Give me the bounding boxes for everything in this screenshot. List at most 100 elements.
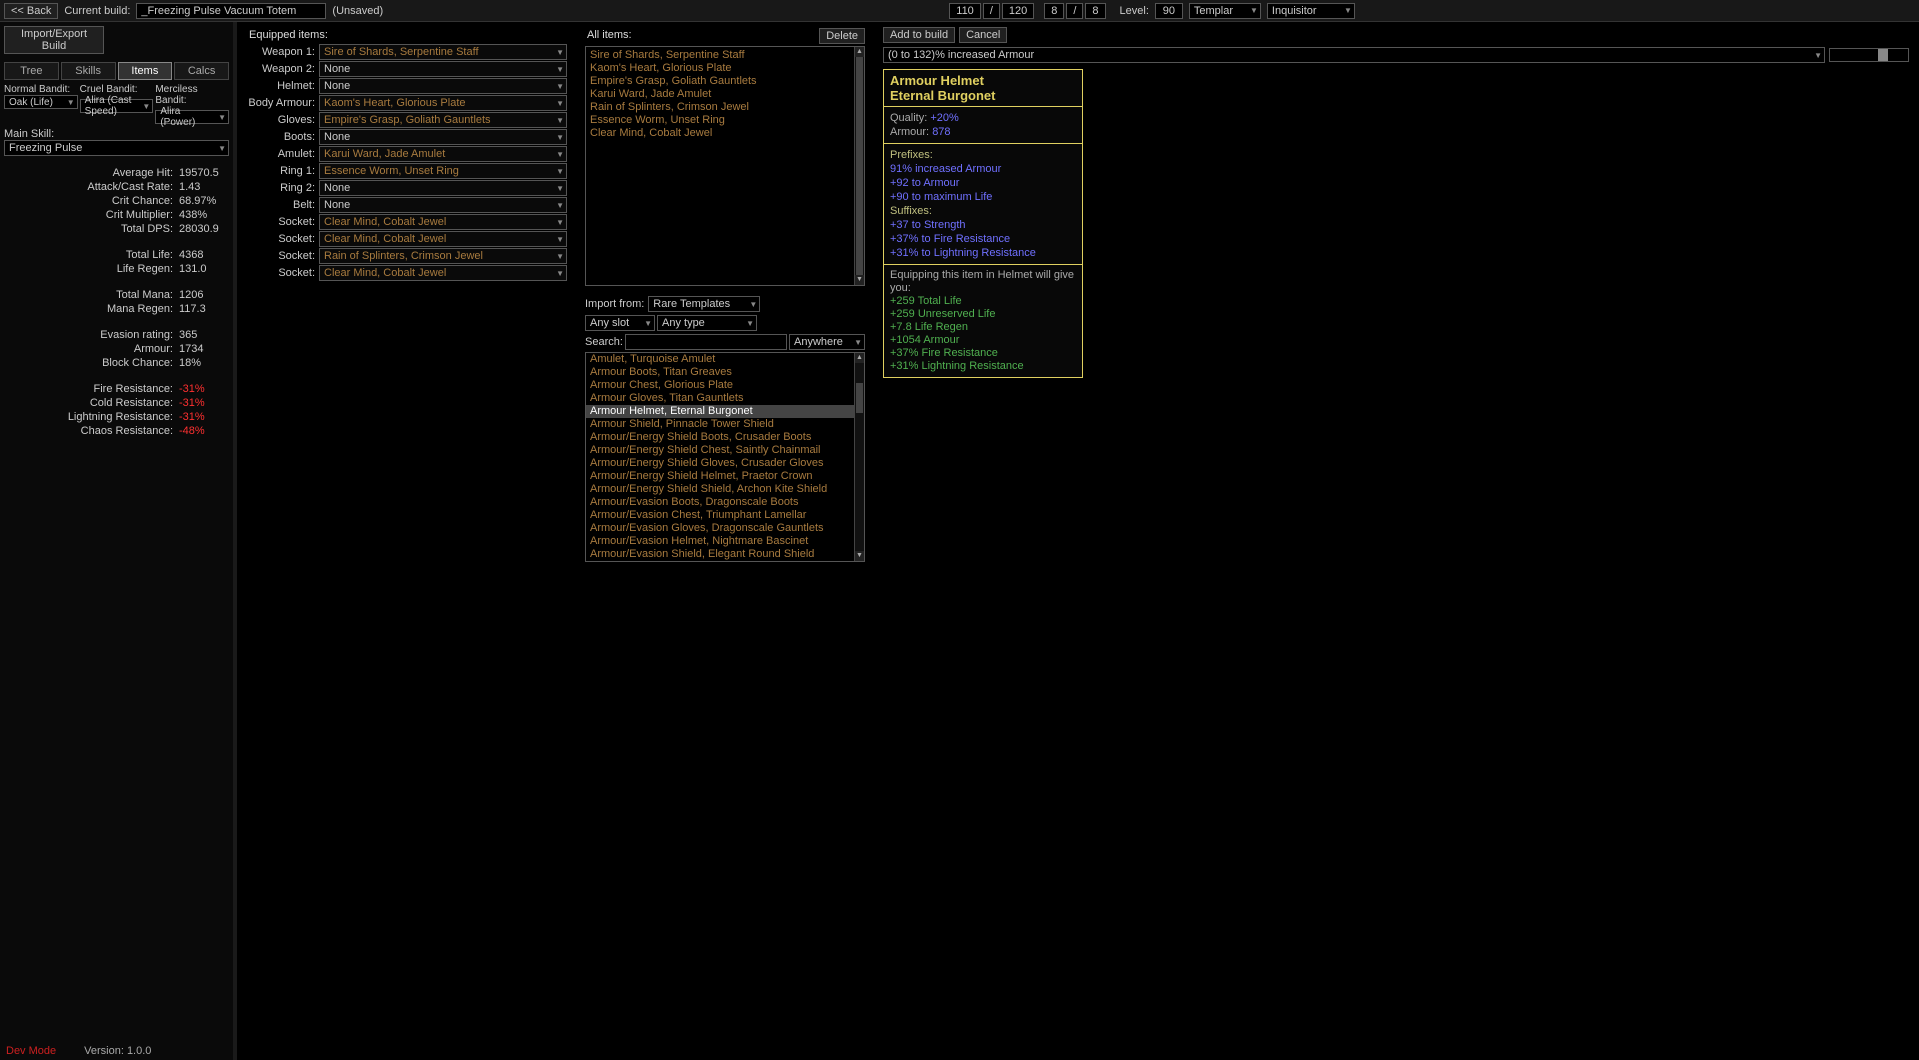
unsaved-label: (Unsaved) xyxy=(332,5,383,17)
equip-slot-label: Ring 2: xyxy=(247,182,319,194)
mod-line: +31% Lightning Resistance xyxy=(890,360,1076,373)
scroll-down-icon[interactable]: ▼ xyxy=(855,551,864,561)
equip-slot-select[interactable]: None xyxy=(319,61,567,77)
mod-slider[interactable] xyxy=(1829,48,1909,62)
list-item[interactable]: Essence Worm, Unset Ring xyxy=(590,114,860,127)
list-item[interactable]: Armour/Energy Shield Boots, Crusader Boo… xyxy=(586,431,864,444)
ascendancy-select[interactable]: Inquisitor xyxy=(1267,3,1355,19)
class-select[interactable]: Templar xyxy=(1189,3,1261,19)
delete-button[interactable]: Delete xyxy=(819,28,865,44)
mod-line: +90 to maximum Life xyxy=(890,190,1076,204)
cancel-button[interactable]: Cancel xyxy=(959,27,1007,43)
list-item[interactable]: Armour Helmet, Eternal Burgonet xyxy=(586,405,864,418)
equip-slot-select[interactable]: Clear Mind, Cobalt Jewel xyxy=(319,231,567,247)
cruel-bandit-label: Cruel Bandit: xyxy=(80,84,154,95)
allitems-scrollbar[interactable]: ▲ ▼ xyxy=(854,47,864,285)
equip-slot-select[interactable]: Clear Mind, Cobalt Jewel xyxy=(319,214,567,230)
list-item[interactable]: Armour Shield, Pinnacle Tower Shield xyxy=(586,418,864,431)
tab-items[interactable]: Items xyxy=(118,62,173,80)
level-input[interactable] xyxy=(1155,3,1183,19)
equip-slot-select[interactable]: Rain of Splinters, Crimson Jewel xyxy=(319,248,567,264)
equip-slot-select[interactable]: Empire's Grasp, Goliath Gauntlets xyxy=(319,112,567,128)
list-item[interactable]: Clear Mind, Cobalt Jewel xyxy=(590,127,860,140)
points1: 110 xyxy=(949,3,981,19)
equip-label: Equipping this item in Helmet will give … xyxy=(890,269,1076,295)
item-preview-col: Add to build Cancel (0 to 132)% increase… xyxy=(883,27,1909,1055)
list-item[interactable]: Armour/Energy Shield Helmet, Praetor Cro… xyxy=(586,470,864,483)
list-item[interactable]: Armour/Energy Shield Gloves, Crusader Gl… xyxy=(586,457,864,470)
equip-slot-label: Socket: xyxy=(247,233,319,245)
scroll-down-icon[interactable]: ▼ xyxy=(855,275,864,285)
mod-line: 91% increased Armour xyxy=(890,162,1076,176)
mod-line: +259 Unreserved Life xyxy=(890,308,1076,321)
list-item[interactable]: Armour/Evasion Helmet, Nightmare Bascine… xyxy=(586,535,864,548)
item-base: Eternal Burgonet xyxy=(890,88,1076,103)
list-item[interactable]: Amulet, Turquoise Amulet xyxy=(586,353,864,366)
equip-slot-select[interactable]: Kaom's Heart, Glorious Plate xyxy=(319,95,567,111)
search-input[interactable] xyxy=(625,334,787,350)
equipped-title: Equipped items: xyxy=(249,29,567,41)
mainskill-select[interactable]: Freezing Pulse xyxy=(4,140,229,156)
scroll-up-icon[interactable]: ▲ xyxy=(855,47,864,57)
import-export-button[interactable]: Import/Export Build xyxy=(4,26,104,54)
equip-slot-select[interactable]: None xyxy=(319,180,567,196)
mod-line: +259 Total Life xyxy=(890,295,1076,308)
equip-slot-select[interactable]: Sire of Shards, Serpentine Staff xyxy=(319,44,567,60)
level-label: Level: xyxy=(1120,5,1149,17)
back-button[interactable]: << Back xyxy=(4,3,58,19)
tab-skills[interactable]: Skills xyxy=(61,62,116,80)
any-slot-select[interactable]: Any slot xyxy=(585,315,655,331)
scroll-up-icon[interactable]: ▲ xyxy=(855,353,864,363)
list-item[interactable]: Armour/Evasion Chest, Triumphant Lamella… xyxy=(586,509,864,522)
tab-tree[interactable]: Tree xyxy=(4,62,59,80)
item-card: Armour Helmet Eternal Burgonet Quality: … xyxy=(883,69,1083,378)
build-name-input[interactable] xyxy=(136,3,326,19)
points2-max: 8 xyxy=(1085,3,1105,19)
normal-bandit-select[interactable]: Oak (Life) xyxy=(4,95,78,109)
equip-slot-select[interactable]: None xyxy=(319,78,567,94)
equip-slot-select[interactable]: Essence Worm, Unset Ring xyxy=(319,163,567,179)
list-item[interactable]: Empire's Grasp, Goliath Gauntlets xyxy=(590,75,860,88)
templates-scrollbar[interactable]: ▲ ▼ xyxy=(854,353,864,561)
list-item[interactable]: Sire of Shards, Serpentine Staff xyxy=(590,49,860,62)
prefixes-label: Prefixes: xyxy=(890,148,1076,162)
list-item[interactable]: Armour/Evasion Shield, Elegant Round Shi… xyxy=(586,548,864,561)
list-item[interactable]: Kaom's Heart, Glorious Plate xyxy=(590,62,860,75)
search-mode-select[interactable]: Anywhere xyxy=(789,334,865,350)
equip-slot-label: Socket: xyxy=(247,216,319,228)
import-from-label: Import from: xyxy=(585,298,644,310)
list-item[interactable]: Rain of Splinters, Crimson Jewel xyxy=(590,101,860,114)
list-item[interactable]: Armour Chest, Glorious Plate xyxy=(586,379,864,392)
any-type-select[interactable]: Any type xyxy=(657,315,757,331)
suffixes-label: Suffixes: xyxy=(890,204,1076,218)
add-to-build-button[interactable]: Add to build xyxy=(883,27,955,43)
item-title: Armour Helmet xyxy=(890,73,1076,88)
template-list[interactable]: Amulet, Turquoise AmuletArmour Boots, Ti… xyxy=(585,352,865,562)
merciless-bandit-select[interactable]: Alira (Power) xyxy=(155,110,229,124)
list-item[interactable]: Armour/Evasion Gloves, Dragonscale Gaunt… xyxy=(586,522,864,535)
equip-slot-label: Ring 1: xyxy=(247,165,319,177)
current-build-label: Current build: xyxy=(64,5,130,17)
mod-select[interactable]: (0 to 132)% increased Armour xyxy=(883,47,1825,63)
list-item[interactable]: Armour/Energy Shield Chest, Saintly Chai… xyxy=(586,444,864,457)
points1-max: 120 xyxy=(1002,3,1034,19)
equip-slot-select[interactable]: None xyxy=(319,129,567,145)
search-label: Search: xyxy=(585,336,623,348)
equip-slot-select[interactable]: None xyxy=(319,197,567,213)
equip-slot-select[interactable]: Clear Mind, Cobalt Jewel xyxy=(319,265,567,281)
equip-slot-label: Socket: xyxy=(247,250,319,262)
list-item[interactable]: Armour Boots, Titan Greaves xyxy=(586,366,864,379)
equip-slot-label: Gloves: xyxy=(247,114,319,126)
list-item[interactable]: Karui Ward, Jade Amulet xyxy=(590,88,860,101)
cruel-bandit-select[interactable]: Alira (Cast Speed) xyxy=(80,99,154,113)
tab-calcs[interactable]: Calcs xyxy=(174,62,229,80)
list-item[interactable]: Belt, Chain Belt xyxy=(586,561,864,562)
equip-slot-select[interactable]: Karui Ward, Jade Amulet xyxy=(319,146,567,162)
points-display: 110 / 120 8 / 8 xyxy=(949,3,1105,19)
import-source-select[interactable]: Rare Templates xyxy=(648,296,760,312)
all-items-list[interactable]: Sire of Shards, Serpentine StaffKaom's H… xyxy=(585,46,865,286)
character-stats: Average Hit:19570.5 Attack/Cast Rate:1.4… xyxy=(0,156,233,438)
list-item[interactable]: Armour/Energy Shield Shield, Archon Kite… xyxy=(586,483,864,496)
list-item[interactable]: Armour/Evasion Boots, Dragonscale Boots xyxy=(586,496,864,509)
list-item[interactable]: Armour Gloves, Titan Gauntlets xyxy=(586,392,864,405)
